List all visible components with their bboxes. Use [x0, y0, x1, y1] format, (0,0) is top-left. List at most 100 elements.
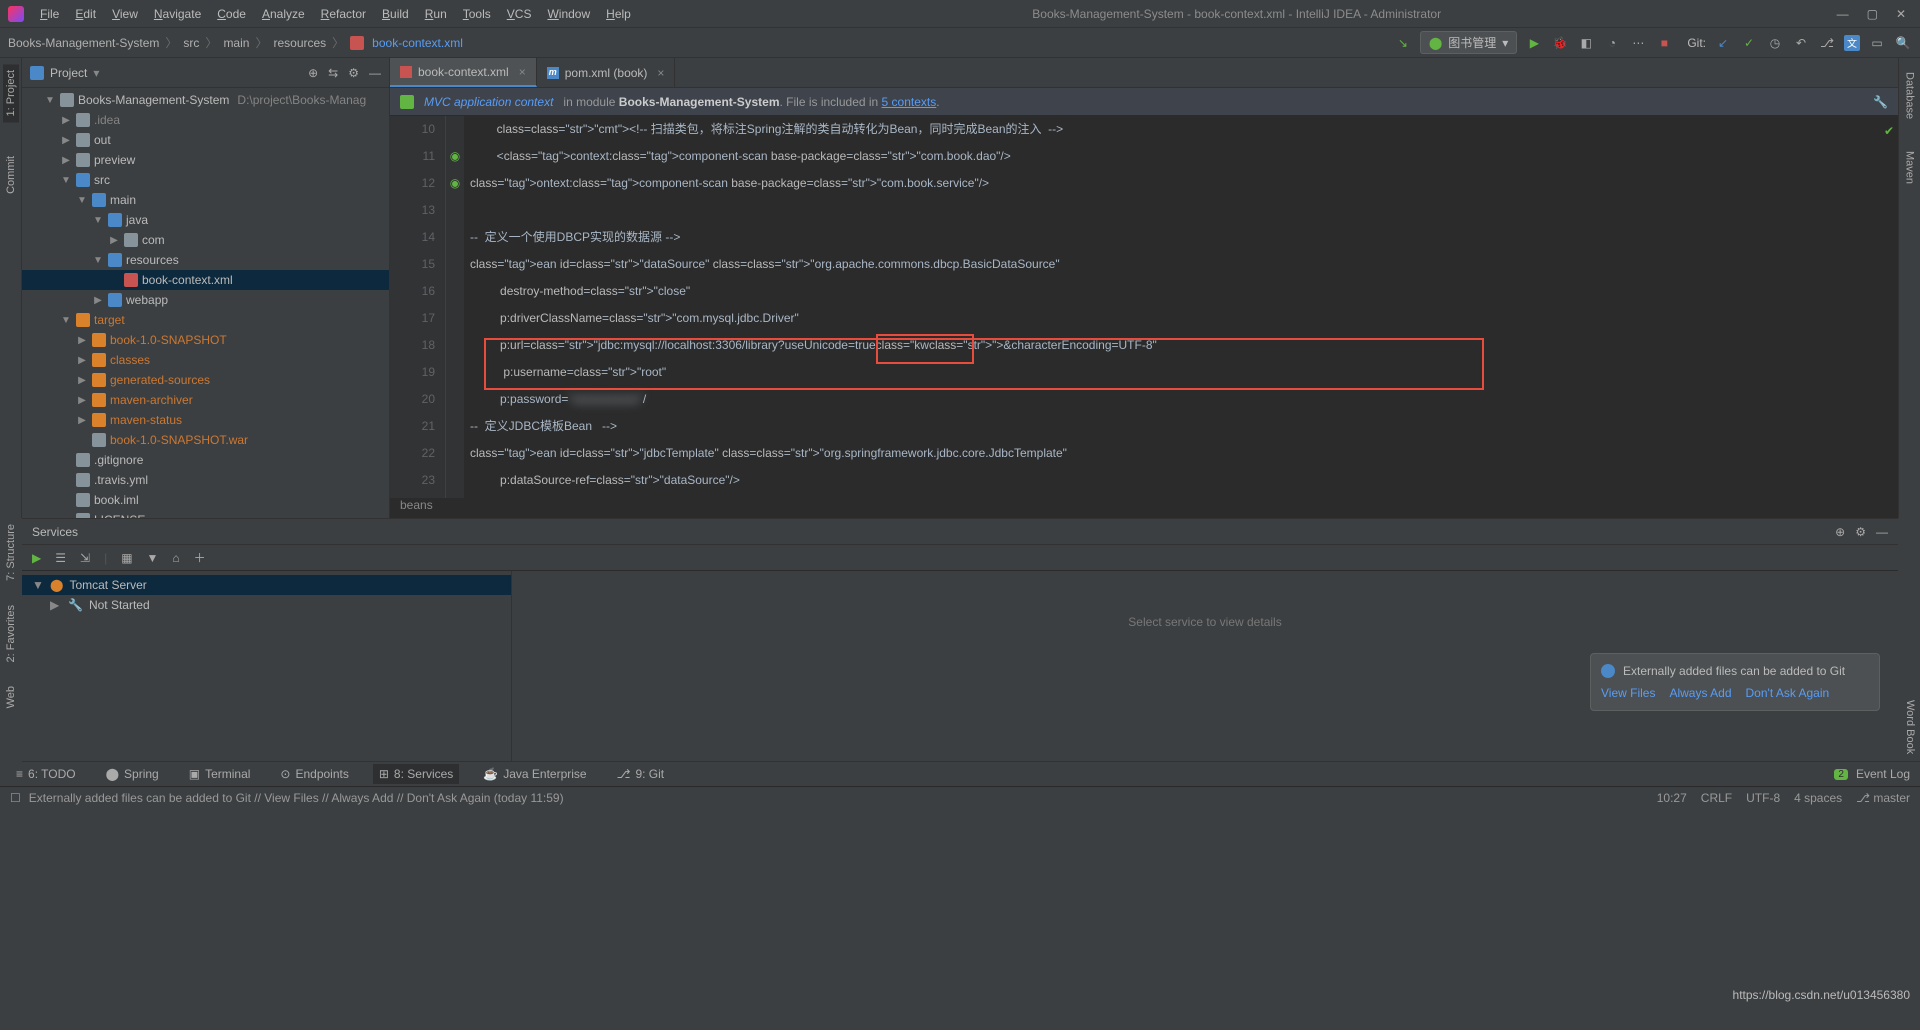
code-line[interactable]: p:dataSource-ref=class="str">"dataSource… [470, 467, 1898, 494]
services-layout-icon[interactable]: ⌂ [172, 551, 179, 565]
status-cell[interactable]: 4 spaces [1794, 791, 1842, 805]
code-lines[interactable]: class=class="str">"cmt"><!-- 扫描类包，将标注Spr… [464, 116, 1898, 498]
tree-row[interactable]: book.iml [22, 490, 389, 510]
maximize-button[interactable]: ▢ [1867, 7, 1878, 21]
tree-arrow-icon[interactable]: ▶ [50, 598, 62, 612]
menu-build[interactable]: Build [376, 7, 415, 21]
event-log-tab[interactable]: Event Log [1856, 767, 1910, 781]
code-line[interactable]: -- 定义一个使用DBCP实现的数据源 --> [470, 224, 1898, 251]
services-add-icon[interactable]: ＋ [194, 549, 206, 566]
left-tab-web[interactable]: Web [5, 686, 17, 708]
editor-tab[interactable]: book-context.xml× [390, 58, 537, 87]
code-line[interactable]: destroy-method=class="str">"close" [470, 278, 1898, 305]
notif-action[interactable]: Don't Ask Again [1746, 686, 1830, 700]
tree-arrow-icon[interactable]: ▼ [92, 215, 104, 226]
services-tree-row[interactable]: ▼⬤Tomcat Server [22, 575, 511, 595]
crumb-item[interactable]: resources [273, 36, 326, 50]
code-line[interactable]: class="tag">ean id=class="str">"jdbcTemp… [470, 440, 1898, 467]
tab-close-icon[interactable]: × [519, 65, 526, 79]
tree-row[interactable]: ▼resources [22, 250, 389, 270]
search-everywhere-icon[interactable]: 🔍 [1894, 34, 1912, 52]
notif-action[interactable]: Always Add [1669, 686, 1731, 700]
tree-arrow-icon[interactable]: ▶ [76, 375, 88, 386]
right-tab-wordbook[interactable]: Word Book [1902, 694, 1918, 760]
code-line[interactable] [470, 197, 1898, 224]
tree-arrow-icon[interactable]: ▼ [76, 195, 88, 206]
left-tab-favorites[interactable]: 2: Favorites [5, 605, 17, 662]
services-tree[interactable]: ▼⬤Tomcat Server▶🔧Not Started [22, 571, 512, 761]
menu-navigate[interactable]: Navigate [148, 7, 207, 21]
wrench-icon[interactable]: 🔧 [1873, 95, 1888, 109]
settings-gear-icon[interactable]: ⚙ [348, 66, 359, 80]
tree-row[interactable]: ▶webapp [22, 290, 389, 310]
tree-row[interactable]: ▼java [22, 210, 389, 230]
status-tips-icon[interactable]: ☐ [10, 791, 21, 805]
git-branch-icon[interactable]: ⎇ [1818, 34, 1836, 52]
tree-row[interactable]: .travis.yml [22, 470, 389, 490]
debug-button[interactable]: 🐞 [1551, 34, 1569, 52]
menu-code[interactable]: Code [211, 7, 252, 21]
services-hide-icon[interactable]: — [1876, 525, 1888, 539]
tree-arrow-icon[interactable]: ▼ [60, 175, 72, 186]
tree-arrow-icon[interactable]: ▶ [76, 355, 88, 366]
bottom-tab[interactable]: ⊞8: Services [373, 764, 459, 784]
services-expand-icon[interactable]: ⇲ [80, 551, 90, 565]
menu-vcs[interactable]: VCS [501, 7, 538, 21]
tree-row[interactable]: ▶classes [22, 350, 389, 370]
menu-window[interactable]: Window [541, 7, 596, 21]
status-cell[interactable]: CRLF [1701, 791, 1732, 805]
menu-help[interactable]: Help [600, 7, 637, 21]
git-rollback-icon[interactable]: ↶ [1792, 34, 1810, 52]
tree-row[interactable]: ▶generated-sources [22, 370, 389, 390]
git-history-icon[interactable]: ◷ [1766, 34, 1784, 52]
menu-view[interactable]: View [106, 7, 144, 21]
tree-row[interactable]: ▼Books-Management-SystemD:\project\Books… [22, 90, 389, 110]
tree-arrow-icon[interactable]: ▶ [76, 415, 88, 426]
status-cell[interactable]: UTF-8 [1746, 791, 1780, 805]
crumb-item[interactable]: src [183, 36, 199, 50]
services-run-icon[interactable]: ▶ [32, 551, 41, 565]
tree-arrow-icon[interactable]: ▼ [32, 578, 44, 592]
banner-contexts-link[interactable]: 5 contexts [882, 95, 937, 109]
translate-icon[interactable]: 文 [1844, 35, 1860, 51]
code-area[interactable]: 1011121314151617181920212223 ◉◉ class=cl… [390, 116, 1898, 498]
left-tab-project[interactable]: 1: Project [3, 64, 19, 122]
tree-arrow-icon[interactable]: ▶ [76, 395, 88, 406]
code-line[interactable]: p:driverClassName=class="str">"com.mysql… [470, 305, 1898, 332]
code-line[interactable]: class="tag">ontext:class="tag">component… [470, 170, 1898, 197]
crumb-item[interactable]: Books-Management-System [8, 36, 159, 50]
code-line[interactable]: -- 定义JDBC模板Bean --> [470, 413, 1898, 440]
bottom-tab[interactable]: ⎇9: Git [611, 764, 671, 784]
editor-breadcrumb[interactable]: beans [390, 498, 1898, 518]
tree-row[interactable]: ▶out [22, 130, 389, 150]
status-cell[interactable]: 10:27 [1657, 791, 1687, 805]
tab-close-icon[interactable]: × [657, 66, 664, 80]
expand-all-icon[interactable]: ⇆ [328, 66, 338, 80]
crumb-item[interactable]: main [223, 36, 249, 50]
left-tab-commit[interactable]: Commit [3, 150, 19, 200]
build-hammer-icon[interactable]: ↘ [1394, 34, 1412, 52]
chevron-down-icon[interactable]: ▾ [93, 66, 99, 80]
tree-row[interactable]: ▼main [22, 190, 389, 210]
crumb-item[interactable]: book-context.xml [372, 36, 463, 50]
notif-action[interactable]: View Files [1601, 686, 1655, 700]
close-button[interactable]: ✕ [1896, 7, 1906, 21]
menu-analyze[interactable]: Analyze [256, 7, 311, 21]
tree-arrow-icon[interactable]: ▶ [60, 155, 72, 166]
tree-row[interactable]: ▶preview [22, 150, 389, 170]
tree-row[interactable]: ▶maven-status [22, 410, 389, 430]
coverage-button[interactable]: ◧ [1577, 34, 1595, 52]
tree-arrow-icon[interactable]: ▶ [108, 235, 120, 246]
tree-arrow-icon[interactable]: ▼ [92, 255, 104, 266]
stop-button[interactable]: ■ [1655, 34, 1673, 52]
left-tab-structure[interactable]: 7: Structure [5, 524, 17, 581]
code-line[interactable]: p:username=class="str">"root" [470, 359, 1898, 386]
services-tree-row[interactable]: ▶🔧Not Started [22, 595, 511, 615]
minimize-button[interactable]: — [1837, 7, 1849, 21]
services-tree-icon[interactable]: ☰ [55, 551, 66, 565]
code-line[interactable]: p:url=class="str">"jdbc:mysql://localhos… [470, 332, 1898, 359]
services-group-icon[interactable]: ▦ [121, 551, 132, 565]
locate-icon[interactable]: ⊕ [308, 66, 318, 80]
tree-arrow-icon[interactable]: ▶ [92, 295, 104, 306]
bottom-tab[interactable]: ⬤Spring [100, 764, 165, 784]
